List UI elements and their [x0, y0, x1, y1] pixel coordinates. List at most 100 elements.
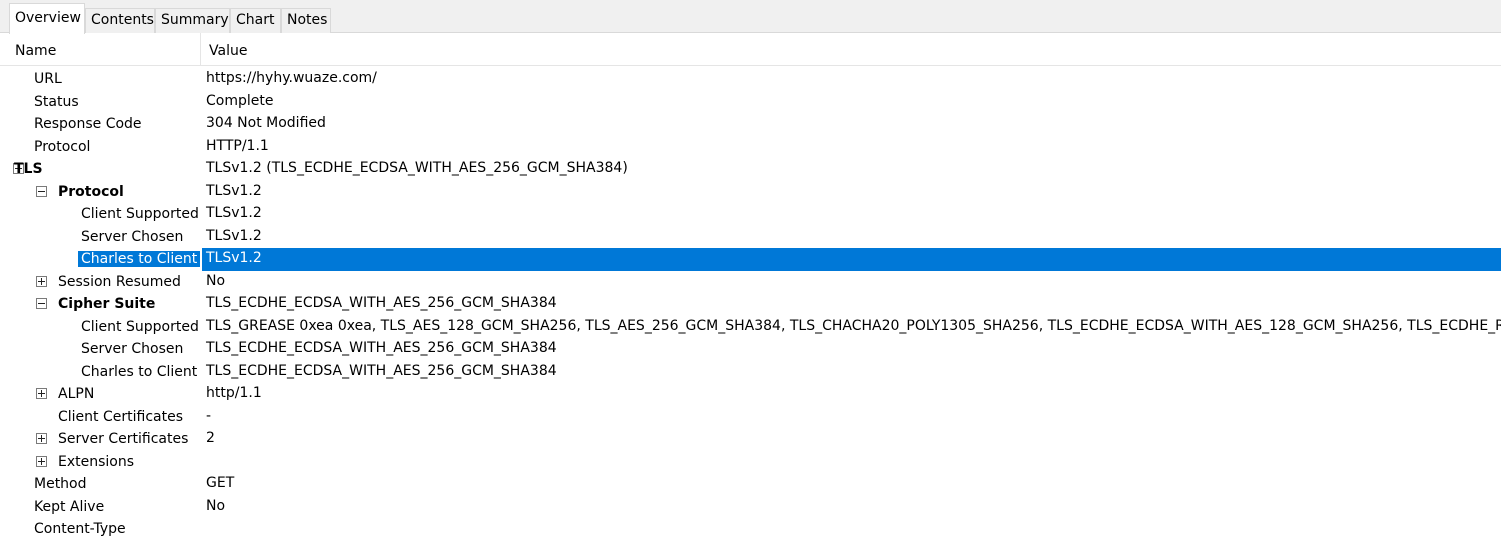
- row-name: Status: [34, 91, 79, 114]
- row-value: http/1.1: [206, 385, 262, 401]
- tab-notes[interactable]: Notes: [281, 8, 331, 33]
- tree-row[interactable]: Kept Alive No: [0, 496, 1501, 519]
- expand-icon[interactable]: [36, 275, 47, 287]
- tree-row[interactable]: Server Chosen TLS_ECDHE_ECDSA_WITH_AES_25…: [0, 338, 1501, 361]
- row-name: Client Supported: [81, 316, 199, 339]
- expand-icon[interactable]: [36, 433, 47, 444]
- expand-icon[interactable]: [36, 388, 47, 399]
- row-value: TLS_ECDHE_ECDSA_WITH_AES_256_GCM_SHA384: [206, 340, 557, 356]
- row-name-label: Client Supported: [81, 206, 199, 222]
- table-header: Name Value: [0, 33, 1501, 66]
- value-column-header[interactable]: Value: [201, 33, 1501, 66]
- tree-row[interactable]: ALPN http/1.1: [0, 383, 1501, 406]
- tree-row[interactable]: Extensions: [0, 451, 1501, 474]
- row-name-label: Method: [34, 476, 87, 492]
- tree-row[interactable]: Server Chosen TLSv1.2: [0, 226, 1501, 249]
- row-value: No: [206, 497, 226, 514]
- row-value: [202, 518, 1501, 541]
- row-name: Server Chosen: [81, 226, 183, 249]
- row-name: Response Code: [34, 113, 142, 136]
- row-value: GET: [206, 475, 235, 491]
- row-name-label: Kept Alive: [34, 498, 105, 515]
- tree-row[interactable]: URL https://hyhy.wuaze.com/: [0, 68, 1501, 91]
- row-name: Method: [34, 473, 87, 496]
- row-name-label: Cipher Suite: [58, 296, 156, 312]
- row-name: Server Certificates: [58, 428, 188, 451]
- tree-row[interactable]: Charles to Client TLS_ECDHE_ECDSA_WITH_AE…: [0, 361, 1501, 384]
- row-name-label: Server Chosen: [81, 341, 184, 357]
- tree-row[interactable]: TLS TLSv1.2 (TLS_ECDHE_ECDSA_WITH_AES_256…: [0, 158, 1501, 181]
- row-value: No: [206, 272, 226, 289]
- row-name: Server Chosen: [81, 338, 183, 361]
- tab-overview[interactable]: Overview: [9, 3, 85, 34]
- row-name: Charles to Client: [78, 248, 201, 271]
- row-name: Session Resumed: [58, 271, 181, 294]
- collapse-icon[interactable]: [36, 185, 47, 197]
- row-name-label: Client Certificates: [58, 408, 183, 425]
- tree-row[interactable]: Server Certificates 2: [0, 428, 1501, 451]
- row-name: Content-Type: [34, 518, 126, 541]
- row-value: TLS_ECDHE_ECDSA_WITH_AES_256_GCM_SHA384: [206, 362, 557, 379]
- row-name-label: ALPN: [58, 386, 95, 402]
- tree-row[interactable]: Status Complete: [0, 91, 1501, 114]
- row-name: Charles to Client: [81, 361, 197, 384]
- row-name-label: Client Supported: [81, 318, 199, 335]
- row-name: TLS: [14, 158, 43, 181]
- row-name: Extensions: [58, 451, 134, 474]
- row-name-label: Content-Type: [34, 521, 126, 537]
- tree-row[interactable]: Content-Type: [0, 518, 1501, 541]
- row-value: TLSv1.2: [206, 227, 262, 244]
- row-name: Kept Alive: [34, 496, 104, 519]
- row-value: TLSv1.2: [206, 182, 262, 199]
- row-name-label: Server Chosen: [81, 228, 184, 245]
- row-value: https://hyhy.wuaze.com/: [206, 70, 377, 86]
- row-name: Cipher Suite: [58, 293, 155, 316]
- row-name-label: Charles to Client: [81, 363, 198, 380]
- row-value: TLS_GREASE 0xea 0xea, TLS_AES_128_GCM_SH…: [206, 317, 1501, 334]
- tree-row[interactable]: Client Supported TLS_GREASE 0xea 0xea, TL…: [0, 316, 1501, 339]
- tab-bar: Overview Contents Summary Chart Notes: [0, 0, 1501, 34]
- expand-icon[interactable]: [36, 455, 47, 467]
- row-value: TLSv1.2: [202, 248, 1501, 271]
- tree-row[interactable]: Session Resumed No: [0, 271, 1501, 294]
- row-name-label: TLS: [14, 161, 43, 177]
- row-value: TLSv1.2: [206, 205, 262, 221]
- collapse-icon[interactable]: [36, 298, 47, 309]
- row-name: ALPN: [58, 383, 94, 406]
- tree-row[interactable]: Charles to Client TLSv1.2: [0, 248, 1501, 271]
- tab-contents[interactable]: Contents: [85, 8, 155, 33]
- row-name-label: Protocol: [34, 138, 91, 155]
- tree-row[interactable]: Method GET: [0, 473, 1501, 496]
- tree-row[interactable]: Protocol HTTP/1.1: [0, 136, 1501, 159]
- tab-chart[interactable]: Chart: [230, 8, 281, 33]
- name-column-header[interactable]: Name: [0, 33, 201, 66]
- row-name: Protocol: [58, 181, 124, 204]
- tree-row[interactable]: Client Supported TLSv1.2: [0, 203, 1501, 226]
- row-name-label: Response Code: [34, 116, 142, 132]
- row-name: Protocol: [34, 136, 90, 159]
- row-name-label: Status: [34, 93, 79, 110]
- row-name-label: URL: [34, 71, 62, 87]
- row-name-label: Protocol: [58, 183, 124, 200]
- row-value: -: [206, 407, 212, 424]
- tree-row[interactable]: Cipher Suite TLS_ECDHE_ECDSA_WITH_AES_256…: [0, 293, 1501, 316]
- row-value: HTTP/1.1: [206, 137, 269, 154]
- row-name-label: Extensions: [58, 453, 135, 470]
- row-name: URL: [34, 68, 62, 91]
- row-name-label: Server Certificates: [58, 431, 189, 447]
- tab-summary[interactable]: Summary: [155, 8, 230, 33]
- row-name-label: Session Resumed: [58, 273, 181, 290]
- tree-row[interactable]: Response Code 304 Not Modified: [0, 113, 1501, 136]
- tree-row[interactable]: Client Certificates -: [0, 406, 1501, 429]
- row-value: [202, 451, 1501, 474]
- row-value: Complete: [206, 92, 274, 109]
- tree-row[interactable]: Protocol TLSv1.2: [0, 181, 1501, 204]
- row-value: TLS_ECDHE_ECDSA_WITH_AES_256_GCM_SHA384: [206, 295, 557, 311]
- row-name-label: Charles to Client: [78, 251, 201, 267]
- row-value: 2: [206, 430, 215, 446]
- row-value: TLSv1.2 (TLS_ECDHE_ECDSA_WITH_AES_256_GC…: [206, 160, 628, 176]
- row-name: Client Supported: [81, 203, 199, 226]
- row-value: 304 Not Modified: [206, 115, 326, 131]
- overview-tree-table: URL https://hyhy.wuaze.com/Status Complete…: [0, 68, 1501, 541]
- row-name: Client Certificates: [58, 406, 183, 429]
